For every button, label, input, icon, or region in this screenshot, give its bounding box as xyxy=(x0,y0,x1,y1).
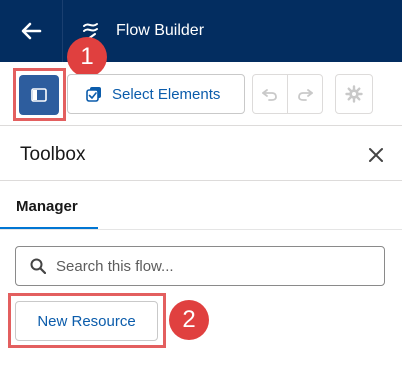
search-field[interactable] xyxy=(15,246,385,286)
gear-icon xyxy=(345,85,363,103)
callout-badge-2: 2 xyxy=(169,300,209,340)
header-bar: Flow Builder xyxy=(0,0,402,62)
undo-icon xyxy=(262,89,277,101)
close-icon xyxy=(369,148,383,162)
undo-button[interactable] xyxy=(252,74,288,114)
app-title: Flow Builder xyxy=(116,22,205,39)
callout-badge-1: 1 xyxy=(67,37,107,77)
multi-select-icon xyxy=(86,87,101,102)
select-elements-label: Select Elements xyxy=(112,85,221,103)
search-input[interactable] xyxy=(54,256,368,276)
back-button[interactable] xyxy=(0,0,63,62)
select-elements-button[interactable]: Select Elements xyxy=(67,74,245,114)
arrow-left-icon xyxy=(21,22,42,40)
search-icon xyxy=(30,258,46,274)
panel-header-divider xyxy=(0,180,402,181)
close-toolbox-button[interactable] xyxy=(366,145,386,165)
callout-highlight-1 xyxy=(13,68,66,121)
tabs-divider xyxy=(0,229,402,230)
callout-highlight-2 xyxy=(8,293,166,348)
redo-button[interactable] xyxy=(287,74,323,114)
settings-button[interactable] xyxy=(335,74,373,114)
toolbar-divider xyxy=(0,125,402,126)
redo-icon xyxy=(298,89,313,101)
tab-manager[interactable]: Manager xyxy=(16,198,78,215)
toolbox-title: Toolbox xyxy=(20,144,86,165)
